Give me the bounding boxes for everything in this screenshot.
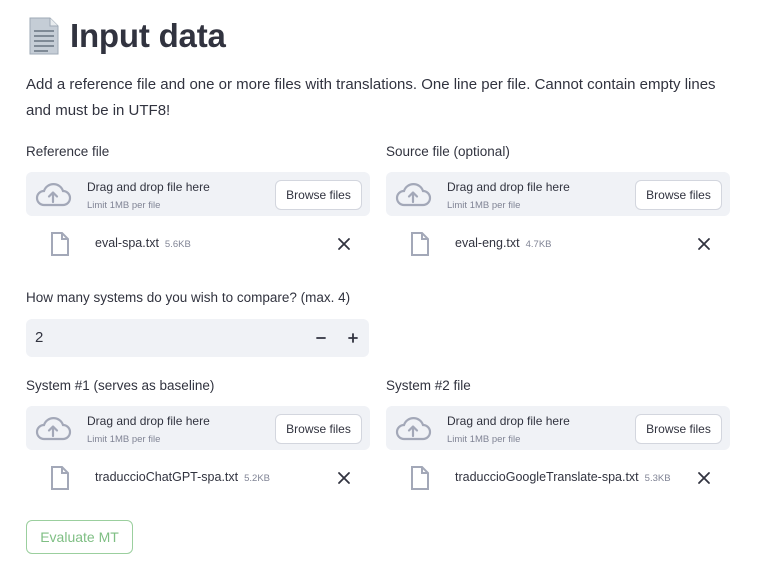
page-description: Add a reference file and one or more fil… xyxy=(26,76,716,119)
page-facing-up-icon xyxy=(29,17,59,55)
system-2-uploader: System #2 file Drag and drop file here L… xyxy=(386,376,730,498)
cloud-upload-icon xyxy=(395,183,432,207)
cloud-upload-icon xyxy=(35,417,72,441)
browse-files-button[interactable]: Browse files xyxy=(275,414,362,444)
file-dropzone[interactable]: Drag and drop file here Limit 1MB per fi… xyxy=(386,172,730,216)
dropzone-instructions: Drag and drop file here xyxy=(447,180,570,194)
evaluate-mt-button[interactable]: Evaluate MT xyxy=(26,520,133,554)
systems-count-input[interactable]: 2 xyxy=(35,329,43,346)
cloud-upload-icon xyxy=(35,183,72,207)
file-dropzone[interactable]: Drag and drop file here Limit 1MB per fi… xyxy=(26,172,370,216)
dropzone-instructions: Drag and drop file here xyxy=(87,414,210,428)
browse-files-button[interactable]: Browse files xyxy=(635,414,722,444)
browse-files-button[interactable]: Browse files xyxy=(635,180,722,210)
file-name: traduccioChatGPT-spa.txt xyxy=(95,470,239,484)
file-size: 5.2KB xyxy=(244,473,271,484)
dropzone-limit: Limit 1MB per file xyxy=(447,200,521,211)
file-icon xyxy=(51,232,69,256)
plus-icon[interactable] xyxy=(342,329,364,347)
file-dropzone[interactable]: Drag and drop file here Limit 1MB per fi… xyxy=(386,406,730,450)
file-icon xyxy=(411,466,429,490)
remove-file-icon[interactable] xyxy=(336,236,352,252)
uploaded-file: eval-spa.txt 5.6KB xyxy=(26,224,370,264)
systems-count-stepper: 2 xyxy=(26,319,369,357)
minus-icon[interactable] xyxy=(310,329,332,347)
uploaded-file: eval-eng.txt 4.7KB xyxy=(386,224,730,264)
source-file-uploader: Source file (optional) Drag and drop fil… xyxy=(386,142,730,264)
file-dropzone[interactable]: Drag and drop file here Limit 1MB per fi… xyxy=(26,406,370,450)
uploader-label: System #2 file xyxy=(386,378,471,393)
remove-file-icon[interactable] xyxy=(696,470,712,486)
file-icon xyxy=(51,466,69,490)
page-title: Input data xyxy=(70,17,226,54)
uploader-label: Reference file xyxy=(26,144,110,159)
dropzone-instructions: Drag and drop file here xyxy=(87,180,210,194)
uploader-label: Source file (optional) xyxy=(386,144,510,159)
file-name: traduccioGoogleTranslate-spa.txt xyxy=(455,470,639,484)
systems-count-label: How many systems do you wish to compare?… xyxy=(26,290,351,305)
file-name: eval-spa.txt xyxy=(95,236,159,250)
remove-file-icon[interactable] xyxy=(696,236,712,252)
page-header: Input data xyxy=(26,12,226,60)
file-icon xyxy=(411,232,429,256)
cloud-upload-icon xyxy=(395,417,432,441)
dropzone-limit: Limit 1MB per file xyxy=(87,434,161,445)
uploader-label: System #1 (serves as baseline) xyxy=(26,378,215,393)
file-size: 5.6KB xyxy=(164,239,191,250)
file-name: eval-eng.txt xyxy=(455,236,520,250)
uploaded-file: traduccioChatGPT-spa.txt 5.2KB xyxy=(26,458,370,498)
remove-file-icon[interactable] xyxy=(336,470,352,486)
dropzone-limit: Limit 1MB per file xyxy=(447,434,521,445)
file-size: 5.3KB xyxy=(644,473,671,484)
browse-files-button[interactable]: Browse files xyxy=(275,180,362,210)
dropzone-instructions: Drag and drop file here xyxy=(447,414,570,428)
dropzone-limit: Limit 1MB per file xyxy=(87,200,161,211)
file-size: 4.7KB xyxy=(525,239,552,250)
system-1-uploader: System #1 (serves as baseline) Drag and … xyxy=(26,376,370,498)
reference-file-uploader: Reference file Drag and drop file here L… xyxy=(26,142,370,264)
uploaded-file: traduccioGoogleTranslate-spa.txt 5.3KB xyxy=(386,458,730,498)
